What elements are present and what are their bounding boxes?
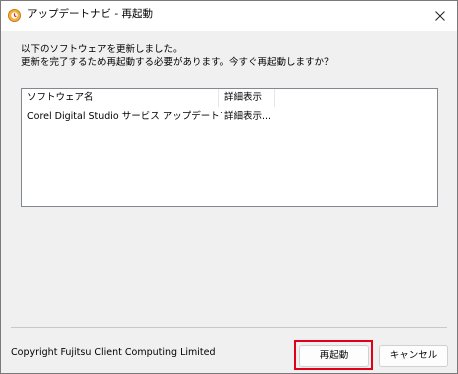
update-navi-app-icon [8, 7, 21, 22]
column-header-details[interactable]: 詳細表示 [219, 89, 275, 107]
cancel-button[interactable]: キャンセル [379, 345, 448, 367]
updated-software-list[interactable]: ソフトウェア名 詳細表示 Corel Digital Studio サービス ア… [21, 88, 438, 207]
column-header-software-name[interactable]: ソフトウェア名 [22, 89, 219, 107]
message-text: 以下のソフトウェアを更新しました。 更新を完了するため再起動する必要があります。… [21, 43, 334, 69]
restart-dialog: アップデートナビ - 再起動 以下のソフトウェアを更新しました。 更新を完了する… [0, 0, 458, 374]
close-button[interactable] [423, 1, 457, 29]
window-title: アップデートナビ - 再起動 [27, 8, 153, 20]
message-line-2: 更新を完了するため再起動する必要があります。今すぐ再起動しますか？ [21, 57, 334, 68]
restart-button[interactable]: 再起動 [299, 345, 369, 367]
message-line-1: 以下のソフトウェアを更新しました。 [21, 44, 183, 55]
copyright-text: Copyright Fujitsu Client Computing Limit… [11, 347, 216, 358]
list-item[interactable]: Corel Digital Studio サービス アップデートプログラム 詳細… [22, 108, 437, 125]
footer-divider [11, 327, 447, 328]
dialog-body: 以下のソフトウェアを更新しました。 更新を完了するため再起動する必要があります。… [1, 31, 457, 373]
close-icon [435, 6, 445, 25]
title-bar[interactable]: アップデートナビ - 再起動 [1, 1, 457, 31]
details-link-cell[interactable]: 詳細表示... [219, 108, 279, 125]
software-name-cell: Corel Digital Studio サービス アップデートプログラム [27, 111, 222, 122]
list-header: ソフトウェア名 詳細表示 [22, 89, 437, 107]
